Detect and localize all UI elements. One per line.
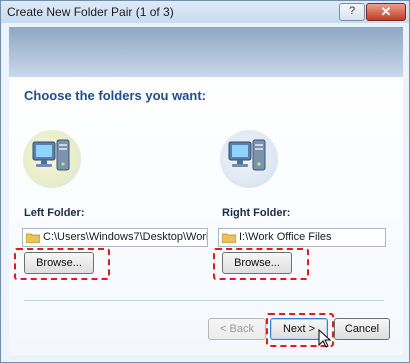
right-folder-path: I:\Work Office Files (239, 231, 332, 243)
window-title: Create New Folder Pair (1 of 3) (7, 5, 174, 19)
computer-icon (228, 139, 266, 171)
right-browse-button[interactable]: Browse... (222, 252, 292, 274)
divider (24, 300, 384, 301)
header-banner (9, 27, 403, 77)
right-folder-path-field[interactable]: I:\Work Office Files (218, 228, 386, 247)
title-bar: Create New Folder Pair (1 of 3) ? ✕ (1, 1, 409, 23)
left-browse-button[interactable]: Browse... (24, 252, 94, 274)
left-folder-path-field[interactable]: C:\Users\Windows7\Desktop\Work Fi (22, 228, 208, 247)
folder-icon (26, 233, 40, 243)
right-folder-label: Right Folder: (222, 207, 291, 219)
left-folder-path: C:\Users\Windows7\Desktop\Work Fi (43, 231, 208, 243)
close-button[interactable]: ✕ (366, 3, 406, 21)
back-button[interactable]: < Back (208, 318, 266, 340)
pointer-cursor-icon (318, 329, 332, 348)
folder-icon (222, 233, 236, 243)
left-folder-label: Left Folder: (24, 207, 85, 219)
help-button[interactable]: ? (339, 3, 365, 21)
page-heading: Choose the folders you want: (24, 88, 207, 103)
cancel-button[interactable]: Cancel (334, 318, 390, 340)
computer-icon (32, 139, 70, 171)
